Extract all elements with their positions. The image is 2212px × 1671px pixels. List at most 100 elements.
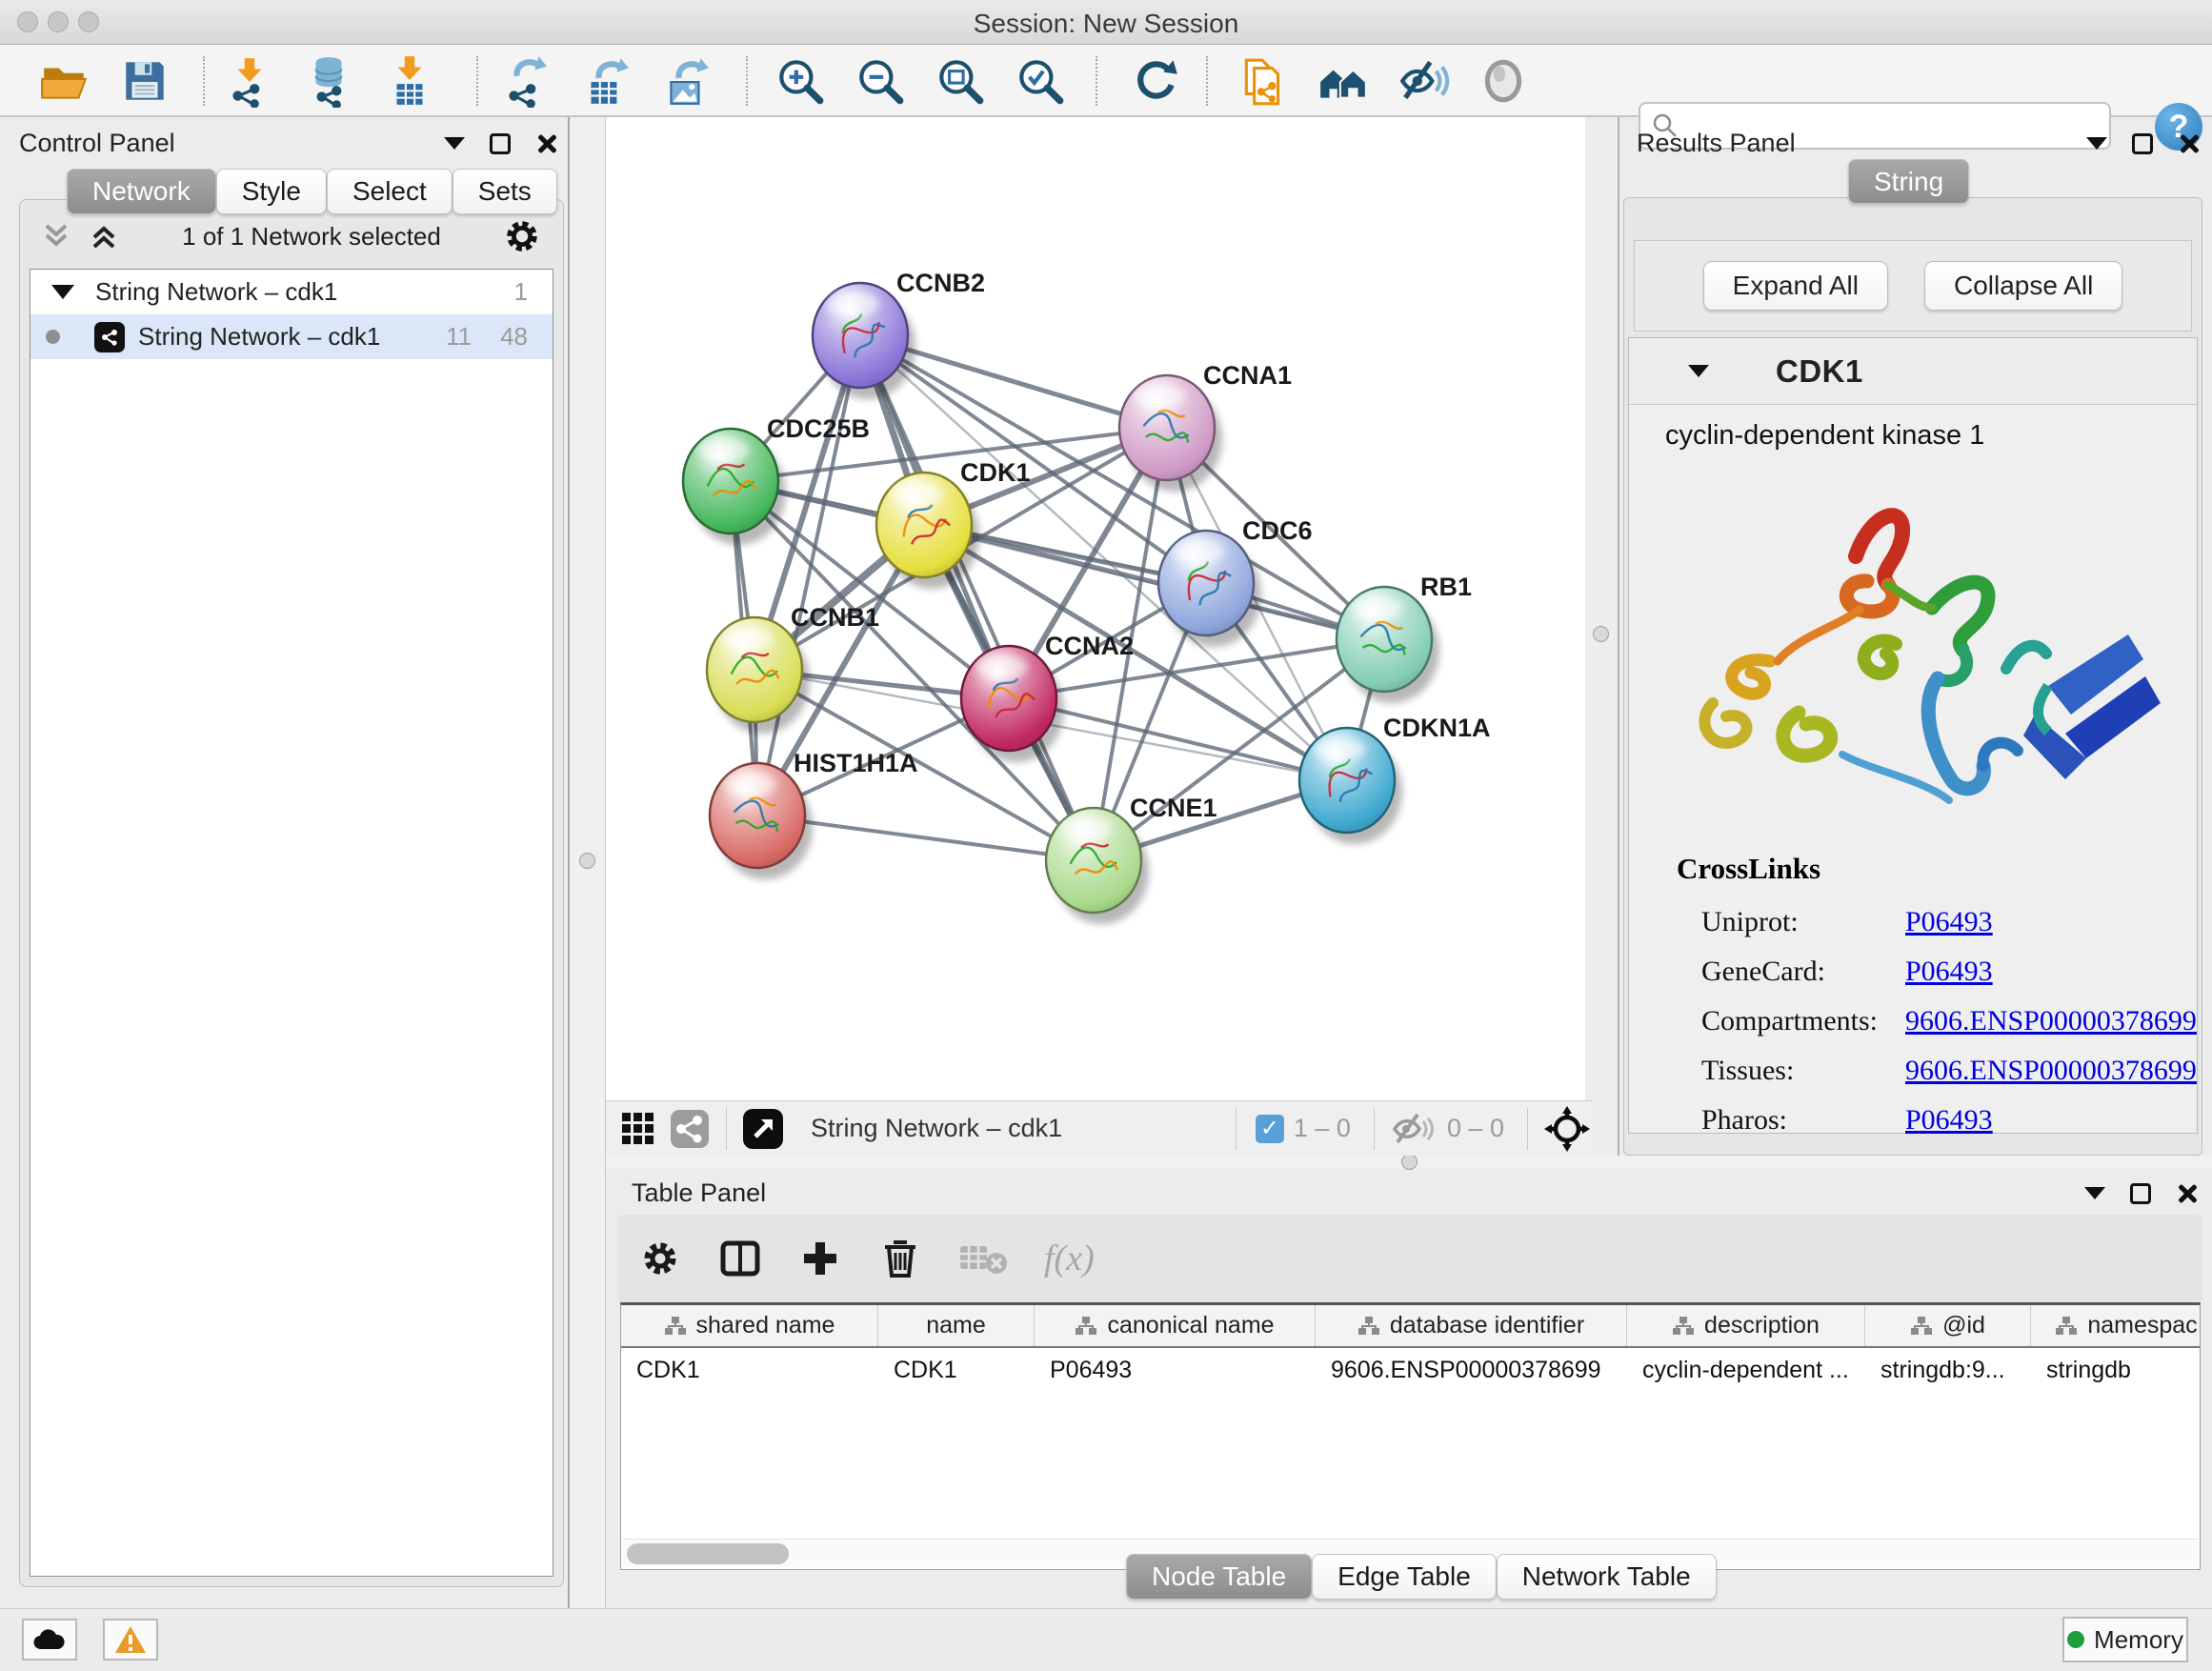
current-network-dot [46,330,60,344]
import-table-icon[interactable] [383,54,436,108]
collapse-all-networks-icon[interactable] [39,220,73,252]
network-node-CCNB1[interactable]: CCNB1 [707,603,879,734]
network-node-RB1[interactable]: RB1 [1337,573,1472,703]
tab-network-table[interactable]: Network Table [1497,1554,1717,1600]
toolbar-separator [1374,1108,1375,1150]
scrollbar-thumb[interactable] [627,1543,789,1564]
tab-node-table[interactable]: Node Table [1126,1554,1312,1600]
network-graph[interactable]: CCNB2 CCNA1 CDC25B CDK1 CDC6RB1 CCNB1 CCNA2 CDK… [606,117,1585,1100]
network-node-CCNA2[interactable]: CCNA2 [961,632,1134,762]
network-edge-count: 48 [500,322,528,352]
results-panel-close-icon[interactable] [2178,132,2201,155]
preview-icon[interactable] [1477,54,1530,108]
zoom-in-icon[interactable] [774,54,827,108]
results-panel-maximize-icon[interactable] [2132,133,2153,154]
refresh-icon[interactable] [1130,54,1183,108]
table-panel-splitter[interactable] [606,1156,2212,1169]
column-header[interactable]: shared name [621,1305,878,1346]
import-network-icon[interactable] [223,54,276,108]
string-import-icon[interactable] [1237,54,1290,108]
network-node-CDKN1A[interactable]: CDKN1A [1299,714,1491,844]
save-session-icon[interactable] [118,54,171,108]
tab-string[interactable]: String [1848,159,1969,204]
network-node-CCNE1[interactable]: CCNE1 [1046,794,1217,924]
control-panel-splitter[interactable] [568,117,606,1608]
function-builder-icon[interactable]: f(x) [1044,1238,1095,1279]
create-column-plus-icon[interactable] [798,1237,842,1280]
delete-column-trash-icon[interactable] [878,1237,922,1280]
show-columns-icon[interactable] [718,1237,762,1280]
column-header[interactable]: description [1627,1305,1865,1346]
table-options-gear-icon[interactable] [638,1237,682,1280]
crosslink-link[interactable]: 9606.ENSP00000378699 [1905,1005,2197,1037]
hidden-items-icon[interactable] [1388,1106,1438,1152]
results-panel-splitter[interactable] [1585,117,1619,1156]
tab-style[interactable]: Style [216,169,327,214]
crosslink-link[interactable]: P06493 [1905,956,1993,988]
gene-section-header[interactable]: CDK1 [1629,338,2197,405]
collapse-all-button[interactable]: Collapse All [1924,261,2122,311]
table-row[interactable]: CDK1 CDK1 P06493 9606.ENSP00000378699 cy… [621,1348,2200,1392]
export-network-icon[interactable] [499,54,553,108]
hide-unhide-icon[interactable] [1397,54,1450,108]
control-panel-float-icon[interactable] [444,137,465,150]
crosslink-link[interactable]: P06493 [1905,906,1993,938]
crosslink-link[interactable]: P06493 [1905,1104,1993,1137]
table-panel-close-icon[interactable] [2176,1182,2199,1205]
column-header[interactable]: database identifier [1316,1305,1627,1346]
node-table[interactable]: shared name name canonical name database… [620,1302,2201,1570]
warning-status-button[interactable] [103,1619,158,1661]
network-options-gear-icon[interactable] [502,216,542,256]
zoom-fit-icon[interactable] [934,54,987,108]
expand-all-networks-icon[interactable] [87,220,121,252]
node-label: CDK1 [960,458,1031,487]
crosslinks-section: CrossLinks Uniprot: P06493 GeneCard: P06… [1677,852,2197,1145]
export-view-icon[interactable] [740,1106,786,1152]
toolbar-separator [1236,1108,1237,1150]
memory-button[interactable]: Memory [2062,1617,2188,1662]
gene-collapse-caret[interactable] [1688,365,1709,377]
tab-edge-table[interactable]: Edge Table [1312,1554,1497,1600]
zoom-selected-icon[interactable] [1014,54,1067,108]
network-node-HIST1H1A[interactable]: HIST1H1A [710,749,918,879]
column-header[interactable]: namespac [2031,1305,2201,1346]
import-network-from-database-icon[interactable] [303,54,356,108]
network-node-CCNB2[interactable]: CCNB2 [813,269,985,399]
cloud-status-button[interactable] [22,1619,77,1661]
expand-all-button[interactable]: Expand All [1703,261,1888,311]
tab-sets[interactable]: Sets [452,169,557,214]
tab-network[interactable]: Network [67,169,216,214]
delete-table-icon[interactable] [958,1237,1008,1280]
column-header[interactable]: name [878,1305,1035,1346]
table-panel-float-icon[interactable] [2084,1187,2105,1199]
zoom-out-icon[interactable] [854,54,907,108]
birds-eye-view-icon[interactable] [615,1106,661,1152]
export-image-icon[interactable] [659,54,713,108]
results-panel: Results Panel String Expand All Collapse… [1619,117,2212,1156]
column-header[interactable]: @id [1865,1305,2031,1346]
share-network-icon[interactable] [667,1106,713,1152]
table-panel-maximize-icon[interactable] [2130,1183,2151,1204]
network-view-canvas[interactable]: CCNB2 CCNA1 CDC25B CDK1 CDC6RB1 CCNB1 CCNA2 CDK… [606,117,1585,1100]
current-network-title: String Network – cdk1 [811,1114,1222,1143]
collection-expand-caret[interactable] [51,285,74,299]
export-table-icon[interactable] [579,54,633,108]
network-collection-row[interactable]: String Network – cdk1 1 [30,270,553,314]
tab-select[interactable]: Select [327,169,452,214]
home-icon[interactable] [1317,54,1370,108]
pan-crosshair-icon[interactable] [1541,1105,1593,1153]
network-name: String Network – cdk1 [138,322,380,352]
toolbar-separator [476,56,478,106]
selected-indicator-checkbox[interactable]: ✓ [1256,1115,1284,1143]
results-panel-float-icon[interactable] [2086,137,2107,150]
network-node-CDC25B[interactable]: CDC25B [683,414,870,545]
crosslink-link[interactable]: 9606.ENSP00000378699 [1905,1055,2197,1087]
network-node-CDC6[interactable]: CDC6 [1158,516,1313,647]
open-session-icon[interactable] [38,54,91,108]
control-panel-maximize-icon[interactable] [490,133,511,154]
control-panel-close-icon[interactable] [535,132,558,155]
network-node-CCNA1[interactable]: CCNA1 [1119,361,1292,492]
toolbar-separator [726,1108,727,1150]
column-header[interactable]: canonical name [1035,1305,1316,1346]
network-row[interactable]: String Network – cdk1 11 48 [30,314,553,359]
